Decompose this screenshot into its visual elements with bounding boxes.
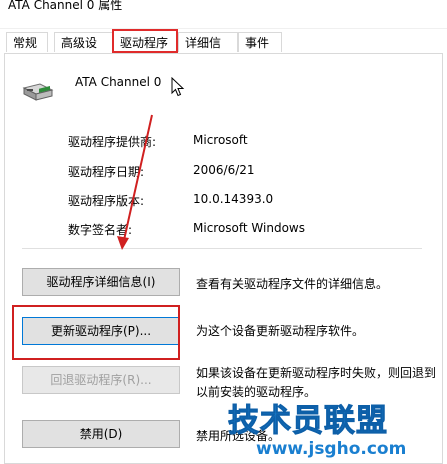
provider-value: Microsoft <box>193 133 248 147</box>
rollback-driver-description: 如果该设备在更新驱动程序时失败，则回退到以前安装的驱动程序。 <box>196 366 437 399</box>
device-name: ATA Channel 0 <box>75 75 162 89</box>
window-title: ATA Channel 0 属性 <box>8 0 123 12</box>
update-driver-description: 为这个设备更新驱动程序软件。 <box>196 324 365 338</box>
tab-events[interactable]: 事件 <box>238 32 282 52</box>
provider-label: 驱动程序提供商: <box>68 135 157 149</box>
tab-general[interactable]: 常规 <box>6 32 48 52</box>
driver-panel <box>4 53 443 464</box>
date-label: 驱动程序日期: <box>68 165 145 179</box>
driver-details-button[interactable]: 驱动程序详细信息(I) <box>22 268 180 296</box>
mouse-cursor-icon <box>171 77 185 97</box>
rollback-driver-button[interactable]: 回退驱动程序(R)... <box>22 366 180 394</box>
update-driver-button[interactable]: 更新驱动程序(P)... <box>22 317 180 345</box>
driver-details-description: 查看有关驱动程序文件的详细信息。 <box>196 277 389 291</box>
version-label: 驱动程序版本: <box>68 194 145 208</box>
signer-label: 数字签名者: <box>68 223 133 237</box>
tab-driver[interactable]: 驱动程序 <box>112 29 178 53</box>
tab-details[interactable]: 详细信息 <box>178 32 238 70</box>
disable-device-description: 禁用所选设备。 <box>196 429 281 443</box>
tab-strip: 常规 高级设置 驱动程序 详细信息 事件 <box>0 29 447 70</box>
date-value: 2006/6/21 <box>193 163 255 177</box>
tab-advanced[interactable]: 高级设置 <box>54 32 114 70</box>
divider <box>22 248 422 249</box>
version-value: 10.0.14393.0 <box>193 192 274 206</box>
title-bar: ATA Channel 0 属性 <box>0 0 447 29</box>
controller-card-icon <box>22 83 54 101</box>
disable-device-button[interactable]: 禁用(D) <box>22 420 180 448</box>
signer-value: Microsoft Windows <box>193 221 305 235</box>
